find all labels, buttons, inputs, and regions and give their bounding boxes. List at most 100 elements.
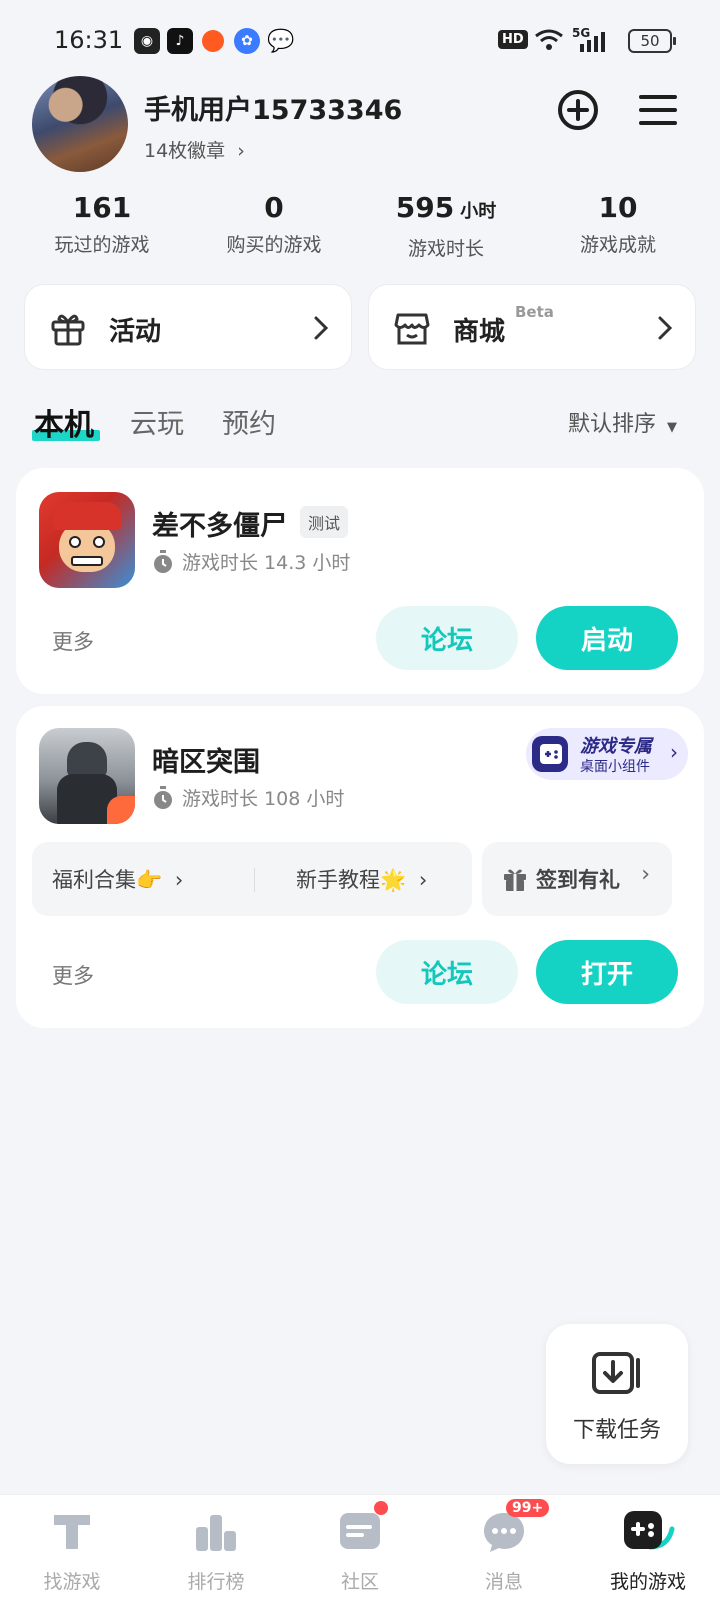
playtime-text: 游戏时长 108 小时	[182, 788, 345, 810]
gift-icon	[51, 314, 85, 346]
nav-messages[interactable]: 99+ 消息	[432, 1499, 576, 1594]
launch-button[interactable]: 启动	[536, 606, 678, 670]
find-game-icon	[48, 1507, 96, 1555]
tab-cloud[interactable]: 云玩	[130, 402, 184, 441]
status-bar: 16:31 ◉ ♪ ✿ 💬 HD 5G 50	[0, 0, 720, 84]
stopwatch-icon	[154, 785, 172, 809]
sort-dropdown[interactable]: 默认排序 ▼	[568, 406, 677, 438]
stat-label: 购买的游戏	[226, 234, 322, 256]
plus-circle-icon	[558, 90, 598, 130]
chevron-right-icon: ›	[237, 140, 245, 162]
open-button[interactable]: 打开	[536, 940, 678, 1004]
nav-community[interactable]: 社区	[288, 1501, 432, 1594]
game-playtime: 游戏时长 108 小时	[152, 784, 344, 811]
avatar[interactable]	[32, 76, 128, 172]
desktop-widget-promo[interactable]: 游戏专属 桌面小组件 ›	[526, 728, 688, 780]
more-button[interactable]: 更多	[52, 960, 94, 990]
chevron-right-icon: ›	[670, 740, 678, 764]
signin-label: 签到有礼	[536, 868, 620, 892]
activity-card[interactable]: 活动	[24, 284, 352, 370]
test-tag: 测试	[300, 506, 349, 538]
store-icon	[394, 313, 430, 345]
chevron-right-icon: ›	[174, 868, 184, 892]
badges-link[interactable]: 14枚徽章 ›	[144, 136, 245, 163]
chevron-right-icon	[658, 316, 673, 340]
welfare-link-label: 福利合集👉	[52, 868, 163, 892]
tiktok-icon: ♪	[167, 28, 193, 54]
game-card[interactable]: 差不多僵尸 测试 游戏时长 14.3 小时 更多 论坛 启动	[16, 468, 704, 694]
menu-button[interactable]	[636, 88, 680, 132]
forum-button[interactable]: 论坛	[376, 606, 518, 670]
stat-purchased-games[interactable]: 0 购买的游戏	[189, 190, 359, 257]
promo-subtitle: 桌面小组件	[580, 759, 650, 775]
stat-label: 玩过的游戏	[54, 234, 150, 256]
chevron-right-icon: ›	[418, 868, 428, 892]
unread-badge: 99+	[506, 1499, 550, 1517]
notification-dot	[374, 1501, 388, 1515]
promo-title: 游戏专属	[580, 736, 652, 757]
baidu-icon: ✿	[234, 28, 260, 54]
gamepad-icon	[532, 736, 568, 772]
game-name[interactable]: 暗区突围	[152, 740, 260, 779]
activity-label: 活动	[109, 317, 162, 347]
download-icon	[592, 1352, 640, 1394]
game-icon-arena-breakout[interactable]	[39, 728, 135, 824]
signal-icon	[580, 32, 605, 52]
gift-icon	[504, 869, 526, 891]
battery-indicator: 50	[628, 29, 676, 53]
wechat-icon: 💬	[267, 28, 295, 54]
badges-label: 14枚徽章	[144, 140, 226, 162]
stat-value: 0	[264, 191, 284, 224]
hamburger-menu-icon	[639, 95, 677, 125]
ranking-icon	[192, 1507, 240, 1555]
divider	[254, 868, 255, 892]
chevron-right-icon: ›	[641, 862, 650, 887]
stat-value: 10	[598, 191, 638, 224]
beta-tag: Beta	[515, 303, 554, 321]
my-games-icon	[624, 1507, 675, 1555]
wifi-icon	[535, 29, 563, 50]
stopwatch-icon	[154, 549, 172, 573]
stat-label: 游戏成就	[579, 234, 656, 256]
tab-local[interactable]: 本机	[34, 400, 94, 444]
playtime-text: 游戏时长 14.3 小时	[182, 552, 351, 574]
nav-label: 社区	[340, 1571, 379, 1593]
stat-played-games[interactable]: 161 玩过的游戏	[17, 190, 187, 257]
nav-label: 我的游戏	[609, 1571, 686, 1593]
game-playtime: 游戏时长 14.3 小时	[152, 548, 350, 575]
status-time: 16:31	[54, 26, 124, 54]
nav-my-games[interactable]: 我的游戏	[576, 1507, 720, 1594]
app-notification-icon: ◉	[134, 28, 160, 54]
forum-button[interactable]: 论坛	[376, 940, 518, 1004]
nav-label: 消息	[484, 1571, 523, 1593]
game-card[interactable]: 暗区突围 游戏时长 108 小时 游戏专属 桌面小组件 › 福利合集👉 › 新手…	[16, 706, 704, 1028]
hd-icon: HD	[498, 30, 528, 49]
weibo-icon	[202, 30, 224, 52]
store-label: 商城	[453, 317, 506, 347]
stat-value: 595	[395, 191, 455, 224]
username[interactable]: 手机用户15733346	[144, 88, 402, 127]
tutorial-link-label: 新手教程🌟	[296, 868, 407, 892]
community-icon	[336, 1501, 388, 1555]
stat-achievements[interactable]: 10 游戏成就	[533, 190, 703, 257]
nav-label: 找游戏	[43, 1571, 101, 1593]
nav-find-games[interactable]: 找游戏	[0, 1507, 144, 1594]
add-button[interactable]	[556, 88, 600, 132]
store-card[interactable]: 商城 Beta	[368, 284, 696, 370]
download-tasks-button[interactable]: 下载任务	[546, 1324, 688, 1464]
chevron-right-icon	[314, 316, 329, 340]
download-tasks-label: 下载任务	[572, 1418, 661, 1443]
tutorial-link[interactable]: 新手教程🌟 ›	[296, 864, 427, 894]
stat-label: 游戏时长	[407, 238, 484, 260]
welfare-link[interactable]: 福利合集👉 ›	[52, 864, 183, 894]
more-button[interactable]: 更多	[52, 626, 94, 656]
game-icon-zombie[interactable]	[39, 492, 135, 588]
signin-reward-button[interactable]: 签到有礼 ›	[482, 842, 672, 916]
stat-unit: 小时	[460, 201, 497, 222]
stat-playtime[interactable]: 595 小时 游戏时长	[361, 190, 531, 261]
nav-ranking[interactable]: 排行榜	[144, 1507, 288, 1594]
game-name[interactable]: 差不多僵尸	[152, 504, 287, 543]
nav-label: 排行榜	[187, 1571, 245, 1593]
tab-reservation[interactable]: 预约	[222, 402, 276, 441]
caret-down-icon: ▼	[667, 420, 678, 435]
